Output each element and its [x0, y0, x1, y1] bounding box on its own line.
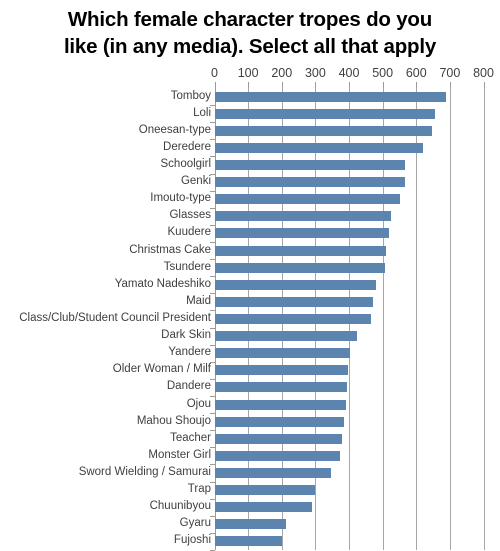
- x-tick-mark-100: [248, 82, 250, 88]
- y-axis-label-mahou-shoujo: Mahou Shoujo: [136, 414, 211, 427]
- bar: [214, 331, 358, 342]
- bar: [214, 228, 390, 239]
- bar-chart: Which female character tropes do you lik…: [0, 0, 500, 551]
- x-tick-label-500: 500: [372, 66, 394, 80]
- y-axis-label-kuudere: Kuudere: [167, 226, 211, 239]
- x-tick-label-700: 700: [439, 66, 461, 80]
- y-axis-label-older-woman-milf: Older Woman / Milf: [112, 363, 211, 376]
- y-axis-label-class-club-student-council-president: Class/Club/Student Council President: [19, 312, 211, 324]
- y-axis-label-chuunibyou: Chuunibyou: [149, 500, 211, 513]
- y-axis-label-deredere: Deredere: [163, 140, 211, 153]
- x-tick-mark-600: [416, 82, 418, 88]
- x-tick-mark-0: [214, 82, 216, 88]
- bar: [214, 314, 371, 324]
- bar: [214, 519, 287, 530]
- y-axis-label-sword-wielding-samurai: Sword Wielding / Samurai: [78, 466, 211, 478]
- bar: [214, 279, 376, 290]
- y-axis-label-loli: Loli: [193, 106, 211, 119]
- x-tick-label-600: 600: [405, 66, 427, 80]
- y-axis-label-yamato-nadeshiko: Yamato Nadeshiko: [114, 277, 211, 290]
- x-tick-label-0: 0: [211, 66, 218, 80]
- bar: [214, 502, 312, 513]
- y-axis-label-christmas-cake: Christmas Cake: [129, 243, 211, 256]
- y-axis-label-imouto-type: Imouto-type: [150, 192, 211, 205]
- bar: [214, 262, 386, 273]
- y-axis-label-oneesan-type: Oneesan-type: [138, 123, 211, 136]
- chart-title: Which female character tropes do you lik…: [63, 8, 437, 59]
- gridline-600: [416, 88, 418, 550]
- x-tick-label-300: 300: [304, 66, 326, 80]
- bar: [214, 296, 374, 307]
- x-tick-label-400: 400: [338, 66, 360, 80]
- y-axis-label-teacher: Teacher: [170, 431, 211, 444]
- y-axis-label-ojou: Ojou: [186, 397, 211, 410]
- bar: [214, 536, 282, 547]
- bar: [214, 365, 348, 376]
- gridline-500: [382, 88, 384, 550]
- y-axis-label-tsundere: Tsundere: [163, 260, 211, 273]
- bar: [214, 177, 405, 188]
- y-axis-label-maid: Maid: [186, 294, 211, 307]
- y-axis-label-tomboy: Tomboy: [170, 89, 211, 102]
- y-axis-label-yandere: Yandere: [168, 346, 211, 359]
- bar: [214, 245, 386, 256]
- gridline-700: [449, 88, 451, 550]
- bar: [214, 91, 446, 102]
- y-axis-label-trap: Trap: [187, 483, 211, 496]
- bar: [214, 142, 424, 153]
- y-axis-label-monster-girl: Monster Girl: [148, 448, 211, 461]
- y-axis-label-genki: Genki: [180, 175, 211, 188]
- plot-area: [214, 88, 485, 550]
- gridline-800: [483, 88, 485, 550]
- y-axis-label-dandere: Dandere: [166, 380, 211, 393]
- bar: [214, 450, 340, 461]
- x-tick-mark-700: [449, 82, 451, 88]
- bar: [214, 211, 392, 222]
- x-tick-mark-200: [281, 82, 283, 88]
- x-tick-mark-800: [483, 82, 485, 88]
- y-axis-category-labels: Tomboy Loli Oneesan-type Deredere Schoolgirl…: [0, 88, 215, 551]
- x-tick-mark-500: [382, 82, 384, 88]
- y-axis-label-glasses: Glasses: [169, 209, 211, 222]
- x-tick-mark-300: [315, 82, 317, 88]
- bar: [214, 160, 406, 170]
- bar: [214, 348, 350, 359]
- bar: [214, 468, 331, 478]
- y-axis-label-fujoshi: Fujoshi: [173, 534, 211, 547]
- y-axis-label-schoolgirl: Schoolgirl: [160, 158, 212, 170]
- x-axis-tick-labels: 0 100 200 300 400 500 600 700 800: [0, 66, 500, 82]
- bar: [214, 382, 347, 393]
- bar: [214, 485, 315, 496]
- x-tick-label-200: 200: [271, 66, 293, 80]
- x-tick-label-800: 800: [473, 66, 494, 80]
- bar: [214, 416, 344, 427]
- y-axis-label-gyaru: Gyaru: [179, 517, 211, 530]
- bar: [214, 399, 347, 410]
- bar: [214, 433, 343, 444]
- x-tick-mark-400: [349, 82, 350, 88]
- bar: [214, 125, 433, 136]
- y-axis-label-dark-skin: Dark Skin: [161, 329, 211, 342]
- bar: [214, 194, 400, 205]
- bar: [214, 108, 436, 119]
- x-tick-label-100: 100: [237, 66, 259, 80]
